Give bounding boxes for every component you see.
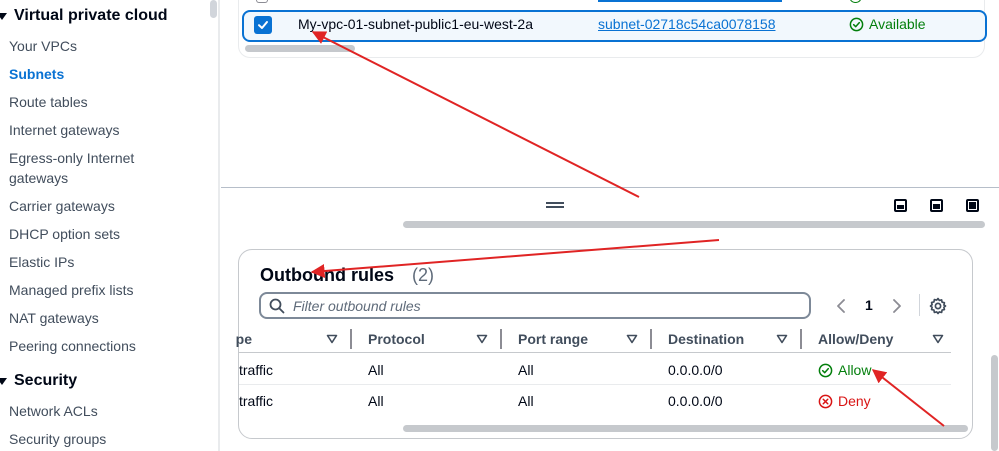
- filter-outbound-rules[interactable]: [259, 292, 811, 319]
- sidebar-item-egress-only-internet-gateways[interactable]: Egress-only Internet gateways: [9, 148, 144, 188]
- rule-destination-cell: 0.0.0.0/0: [668, 393, 723, 409]
- sidebar-item-your-vpcs[interactable]: Your VPCs: [9, 36, 199, 56]
- rule-type-cell: traffic: [239, 393, 273, 409]
- sidebar-item-subnets[interactable]: Subnets: [9, 64, 199, 84]
- sidebar-item-managed-prefix-lists[interactable]: Managed prefix lists: [9, 280, 199, 300]
- check-icon: [258, 21, 268, 29]
- split-full-icon[interactable]: [966, 199, 979, 212]
- gear-icon[interactable]: [929, 297, 947, 315]
- sidebar-section-heading: Security: [14, 372, 78, 389]
- status-error-icon: [818, 394, 833, 408]
- sidebar-item-peering-connections[interactable]: Peering connections: [9, 336, 199, 356]
- details-vertical-scrollbar[interactable]: [991, 355, 998, 451]
- outbound-rules-title: Outbound rules: [260, 265, 394, 285]
- rule-protocol-cell: All: [368, 362, 384, 378]
- partial-subnet-link[interactable]: [598, 0, 782, 2]
- rule-protocol-cell: All: [368, 393, 384, 409]
- sidebar-item-carrier-gateways[interactable]: Carrier gateways: [9, 196, 199, 216]
- current-page-number[interactable]: 1: [865, 297, 873, 313]
- caret-down-icon[interactable]: [476, 333, 488, 345]
- sidebar-item-nat-gateways[interactable]: NAT gateways: [9, 308, 199, 328]
- sidebar-section-security[interactable]: Security: [0, 372, 77, 390]
- sidebar-section-heading: Virtual private cloud: [14, 7, 168, 24]
- column-header-port-range[interactable]: Port range: [518, 330, 588, 348]
- split-panel-divider: [221, 187, 999, 188]
- subnet-name-cell: My-vpc-01-subnet-public1-eu-west-2a: [298, 16, 533, 32]
- column-header-type[interactable]: pe: [232, 330, 252, 348]
- sidebar-item-internet-gateways[interactable]: Internet gateways: [9, 120, 199, 140]
- caret-down-icon: [0, 12, 7, 20]
- column-divider[interactable]: [500, 329, 502, 349]
- caret-down-icon[interactable]: [626, 333, 638, 345]
- allow-deny-label: Allow: [838, 362, 872, 378]
- rules-horizontal-scrollbar[interactable]: [403, 425, 968, 432]
- chevron-left-icon: [837, 299, 845, 313]
- split-panel-resize-handle[interactable]: [546, 202, 564, 208]
- sidebar-item-dhcp-option-sets[interactable]: DHCP option sets: [9, 224, 199, 244]
- rule-port-range-cell: All: [518, 362, 534, 378]
- subnet-id-link[interactable]: subnet-02718c54ca0078158: [598, 16, 776, 32]
- caret-down-icon[interactable]: [326, 333, 338, 345]
- subnet-state-badge: Available: [849, 16, 926, 32]
- rule-allow-deny-cell: Allow: [818, 361, 871, 379]
- table-header-divider: [239, 352, 951, 353]
- search-icon: [269, 298, 285, 313]
- caret-down-icon[interactable]: [776, 333, 788, 345]
- filter-input[interactable]: [293, 297, 773, 314]
- sidebar-divider: [218, 0, 220, 451]
- column-header-protocol[interactable]: Protocol: [368, 330, 425, 348]
- pagination-separator: [919, 294, 920, 316]
- sidebar-item-network-acls[interactable]: Network ACLs: [9, 401, 199, 421]
- status-success-icon: [818, 363, 833, 377]
- table-row-divider: [239, 384, 951, 385]
- partial-checkbox[interactable]: [256, 0, 268, 3]
- allow-deny-label: Deny: [838, 393, 871, 409]
- rule-destination-cell: 0.0.0.0/0: [668, 362, 723, 378]
- sidebar-section-vpc[interactable]: Virtual private cloud: [0, 7, 168, 25]
- column-divider[interactable]: [650, 329, 652, 349]
- sidebar-item-security-groups[interactable]: Security groups: [9, 429, 199, 449]
- split-bottom-icon[interactable]: [894, 199, 907, 212]
- column-divider[interactable]: [350, 329, 352, 349]
- sidebar-item-route-tables[interactable]: Route tables: [9, 92, 199, 112]
- row-checkbox[interactable]: [254, 16, 272, 34]
- previous-page-button[interactable]: [832, 297, 850, 315]
- details-horizontal-scrollbar[interactable]: [403, 221, 985, 228]
- status-success-icon: [849, 17, 864, 31]
- column-header-allow-deny[interactable]: Allow/Deny: [818, 330, 893, 348]
- split-center-icon[interactable]: [930, 199, 943, 212]
- rule-type-cell: traffic: [239, 362, 273, 378]
- chevron-right-icon: [893, 299, 901, 313]
- rule-allow-deny-cell: Deny: [818, 392, 871, 410]
- subnet-state-label: Available: [869, 16, 926, 32]
- column-divider[interactable]: [800, 329, 802, 349]
- sidebar-scrollbar[interactable]: [210, 0, 217, 18]
- column-header-destination[interactable]: Destination: [668, 330, 744, 348]
- subnets-horizontal-scrollbar[interactable]: [245, 45, 355, 52]
- caret-down-icon[interactable]: [932, 333, 944, 345]
- next-page-button[interactable]: [888, 297, 906, 315]
- sidebar-navigation: Virtual private cloud Your VPCs Subnets …: [0, 0, 207, 451]
- caret-down-icon: [0, 377, 7, 385]
- outbound-rules-count: (2): [412, 265, 434, 285]
- sidebar-item-elastic-ips[interactable]: Elastic IPs: [9, 252, 199, 272]
- rule-port-range-cell: All: [518, 393, 534, 409]
